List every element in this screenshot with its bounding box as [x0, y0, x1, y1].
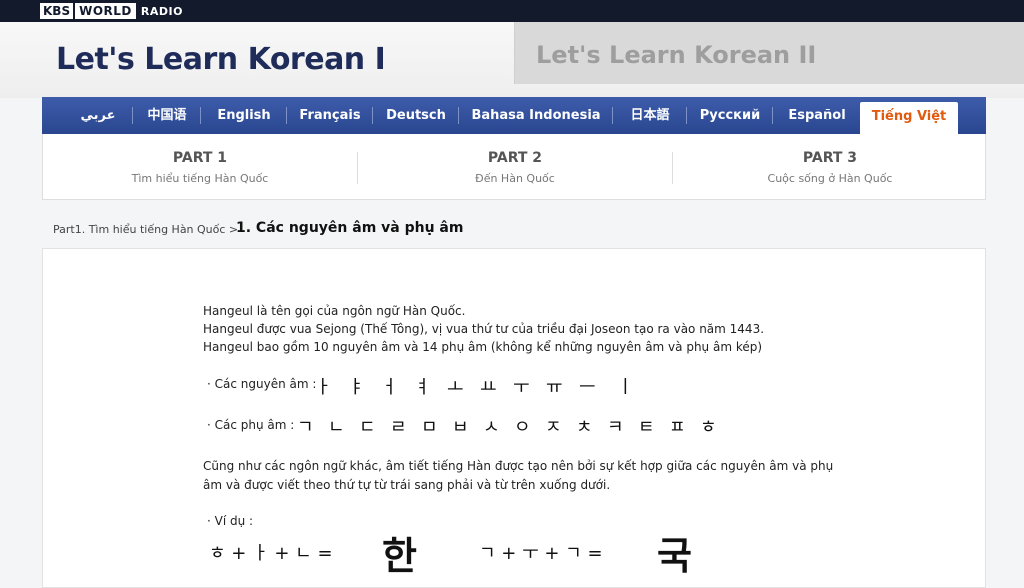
lang-indonesian[interactable]: Bahasa Indonesia: [460, 97, 612, 134]
part-2-subtitle: Đến Hàn Quốc: [475, 172, 555, 185]
parts-nav: PART 1 Tìm hiểu tiếng Hàn Quốc PART 2 Đế…: [42, 134, 986, 200]
divider: [372, 107, 373, 124]
vowel: ㅡ: [579, 377, 596, 398]
consonant: ㅋ: [607, 417, 624, 438]
example-2-formula: ㄱ + ㅜ + ㄱ =: [479, 543, 603, 564]
part-2-tab[interactable]: PART 2 Đến Hàn Quốc: [358, 134, 672, 200]
page-title: 1. Các nguyên âm và phụ âm: [236, 220, 464, 236]
vowel: ㅕ: [414, 377, 431, 398]
part-1-subtitle: Tìm hiểu tiếng Hàn Quốc: [131, 172, 269, 185]
example-1-formula: ㅎ + ㅏ + ㄴ =: [209, 543, 333, 564]
consonant: ㄷ: [359, 417, 376, 438]
vowel: ㅣ: [617, 377, 634, 398]
divider: [458, 107, 459, 124]
lang-german[interactable]: Deutsch: [374, 97, 458, 134]
paragraph-2-line-1: Cũng như các ngôn ngữ khác, âm tiết tiến…: [203, 459, 834, 473]
language-bar: عربي 中国语 English Français Deutsch Bahasa…: [42, 97, 986, 134]
example-1-result: 한: [382, 534, 417, 578]
part-1-tab[interactable]: PART 1 Tìm hiểu tiếng Hàn Quốc: [43, 134, 357, 200]
intro-line-3: Hangeul bao gồm 10 nguyên âm và 14 phụ â…: [203, 340, 763, 354]
lang-spanish[interactable]: Español: [774, 97, 860, 134]
top-bar: KBS WORLD RADIO: [0, 0, 1024, 22]
consonant: ㅍ: [669, 417, 686, 438]
vowel: ㅑ: [348, 377, 365, 398]
part-3-tab[interactable]: PART 3 Cuộc sống ở Hàn Quốc: [673, 134, 987, 200]
lang-japanese[interactable]: 日本語: [614, 97, 686, 134]
lang-arabic[interactable]: عربي: [64, 97, 132, 134]
divider: [612, 107, 613, 124]
divider: [286, 107, 287, 124]
vowel: ㅛ: [480, 377, 497, 398]
consonant: ㅌ: [638, 417, 655, 438]
tab-lets-learn-korean-1[interactable]: Let's Learn Korean I: [56, 42, 386, 77]
divider: [200, 107, 201, 124]
consonant: ㄱ: [297, 417, 314, 438]
part-1-title: PART 1: [172, 150, 228, 166]
vowel: ㅏ: [315, 377, 332, 398]
example-2-result: 국: [657, 534, 692, 578]
part-3-title: PART 3: [802, 150, 858, 166]
consonant: ㅈ: [545, 417, 562, 438]
lang-chinese[interactable]: 中国语: [134, 97, 200, 134]
logo-kbs: KBS: [40, 3, 74, 19]
breadcrumb-parent[interactable]: Part1. Tìm hiểu tiếng Hàn Quốc >: [53, 223, 238, 236]
logo-radio: RADIO: [140, 4, 183, 18]
kbs-world-radio-logo[interactable]: KBS WORLD RADIO: [40, 3, 183, 19]
vowel: ㅗ: [447, 377, 464, 398]
vowels-label: · Các nguyên âm :: [207, 377, 317, 391]
lang-french[interactable]: Français: [288, 97, 372, 134]
tab-lets-learn-korean-2[interactable]: Let's Learn Korean II: [536, 41, 816, 69]
consonant: ㅊ: [576, 417, 593, 438]
vowel: ㅜ: [513, 377, 530, 398]
lang-russian[interactable]: Русский: [688, 97, 772, 134]
vowel: ㅓ: [381, 377, 398, 398]
part-3-subtitle: Cuộc sống ở Hàn Quốc: [767, 172, 893, 185]
lesson-content: Hangeul là tên gọi của ngôn ngữ Hàn Quốc…: [42, 248, 986, 588]
consonant: ㄹ: [390, 417, 407, 438]
consonant: ㄴ: [328, 417, 345, 438]
consonant: ㅅ: [483, 417, 500, 438]
consonant: ㅎ: [700, 417, 717, 438]
consonant: ㅂ: [452, 417, 469, 438]
lang-vietnamese[interactable]: Tiếng Việt: [860, 102, 958, 134]
divider: [132, 107, 133, 124]
consonant: ㅇ: [514, 417, 531, 438]
paragraph-2-line-2: âm và được viết theo thứ tự từ trái sang…: [203, 478, 611, 492]
logo-world: WORLD: [75, 3, 136, 19]
part-2-title: PART 2: [487, 150, 543, 166]
consonant: ㅁ: [421, 417, 438, 438]
vowel: ㅠ: [546, 377, 563, 398]
intro-line-1: Hangeul là tên gọi của ngôn ngữ Hàn Quốc…: [203, 304, 466, 318]
intro-line-2: Hangeul được vua Sejong (Thế Tông), vị v…: [203, 322, 765, 336]
consonants-label: · Các phụ âm :: [207, 418, 295, 432]
divider: [772, 107, 773, 124]
lang-english[interactable]: English: [202, 97, 286, 134]
example-label: · Ví dụ :: [207, 514, 254, 528]
divider: [686, 107, 687, 124]
